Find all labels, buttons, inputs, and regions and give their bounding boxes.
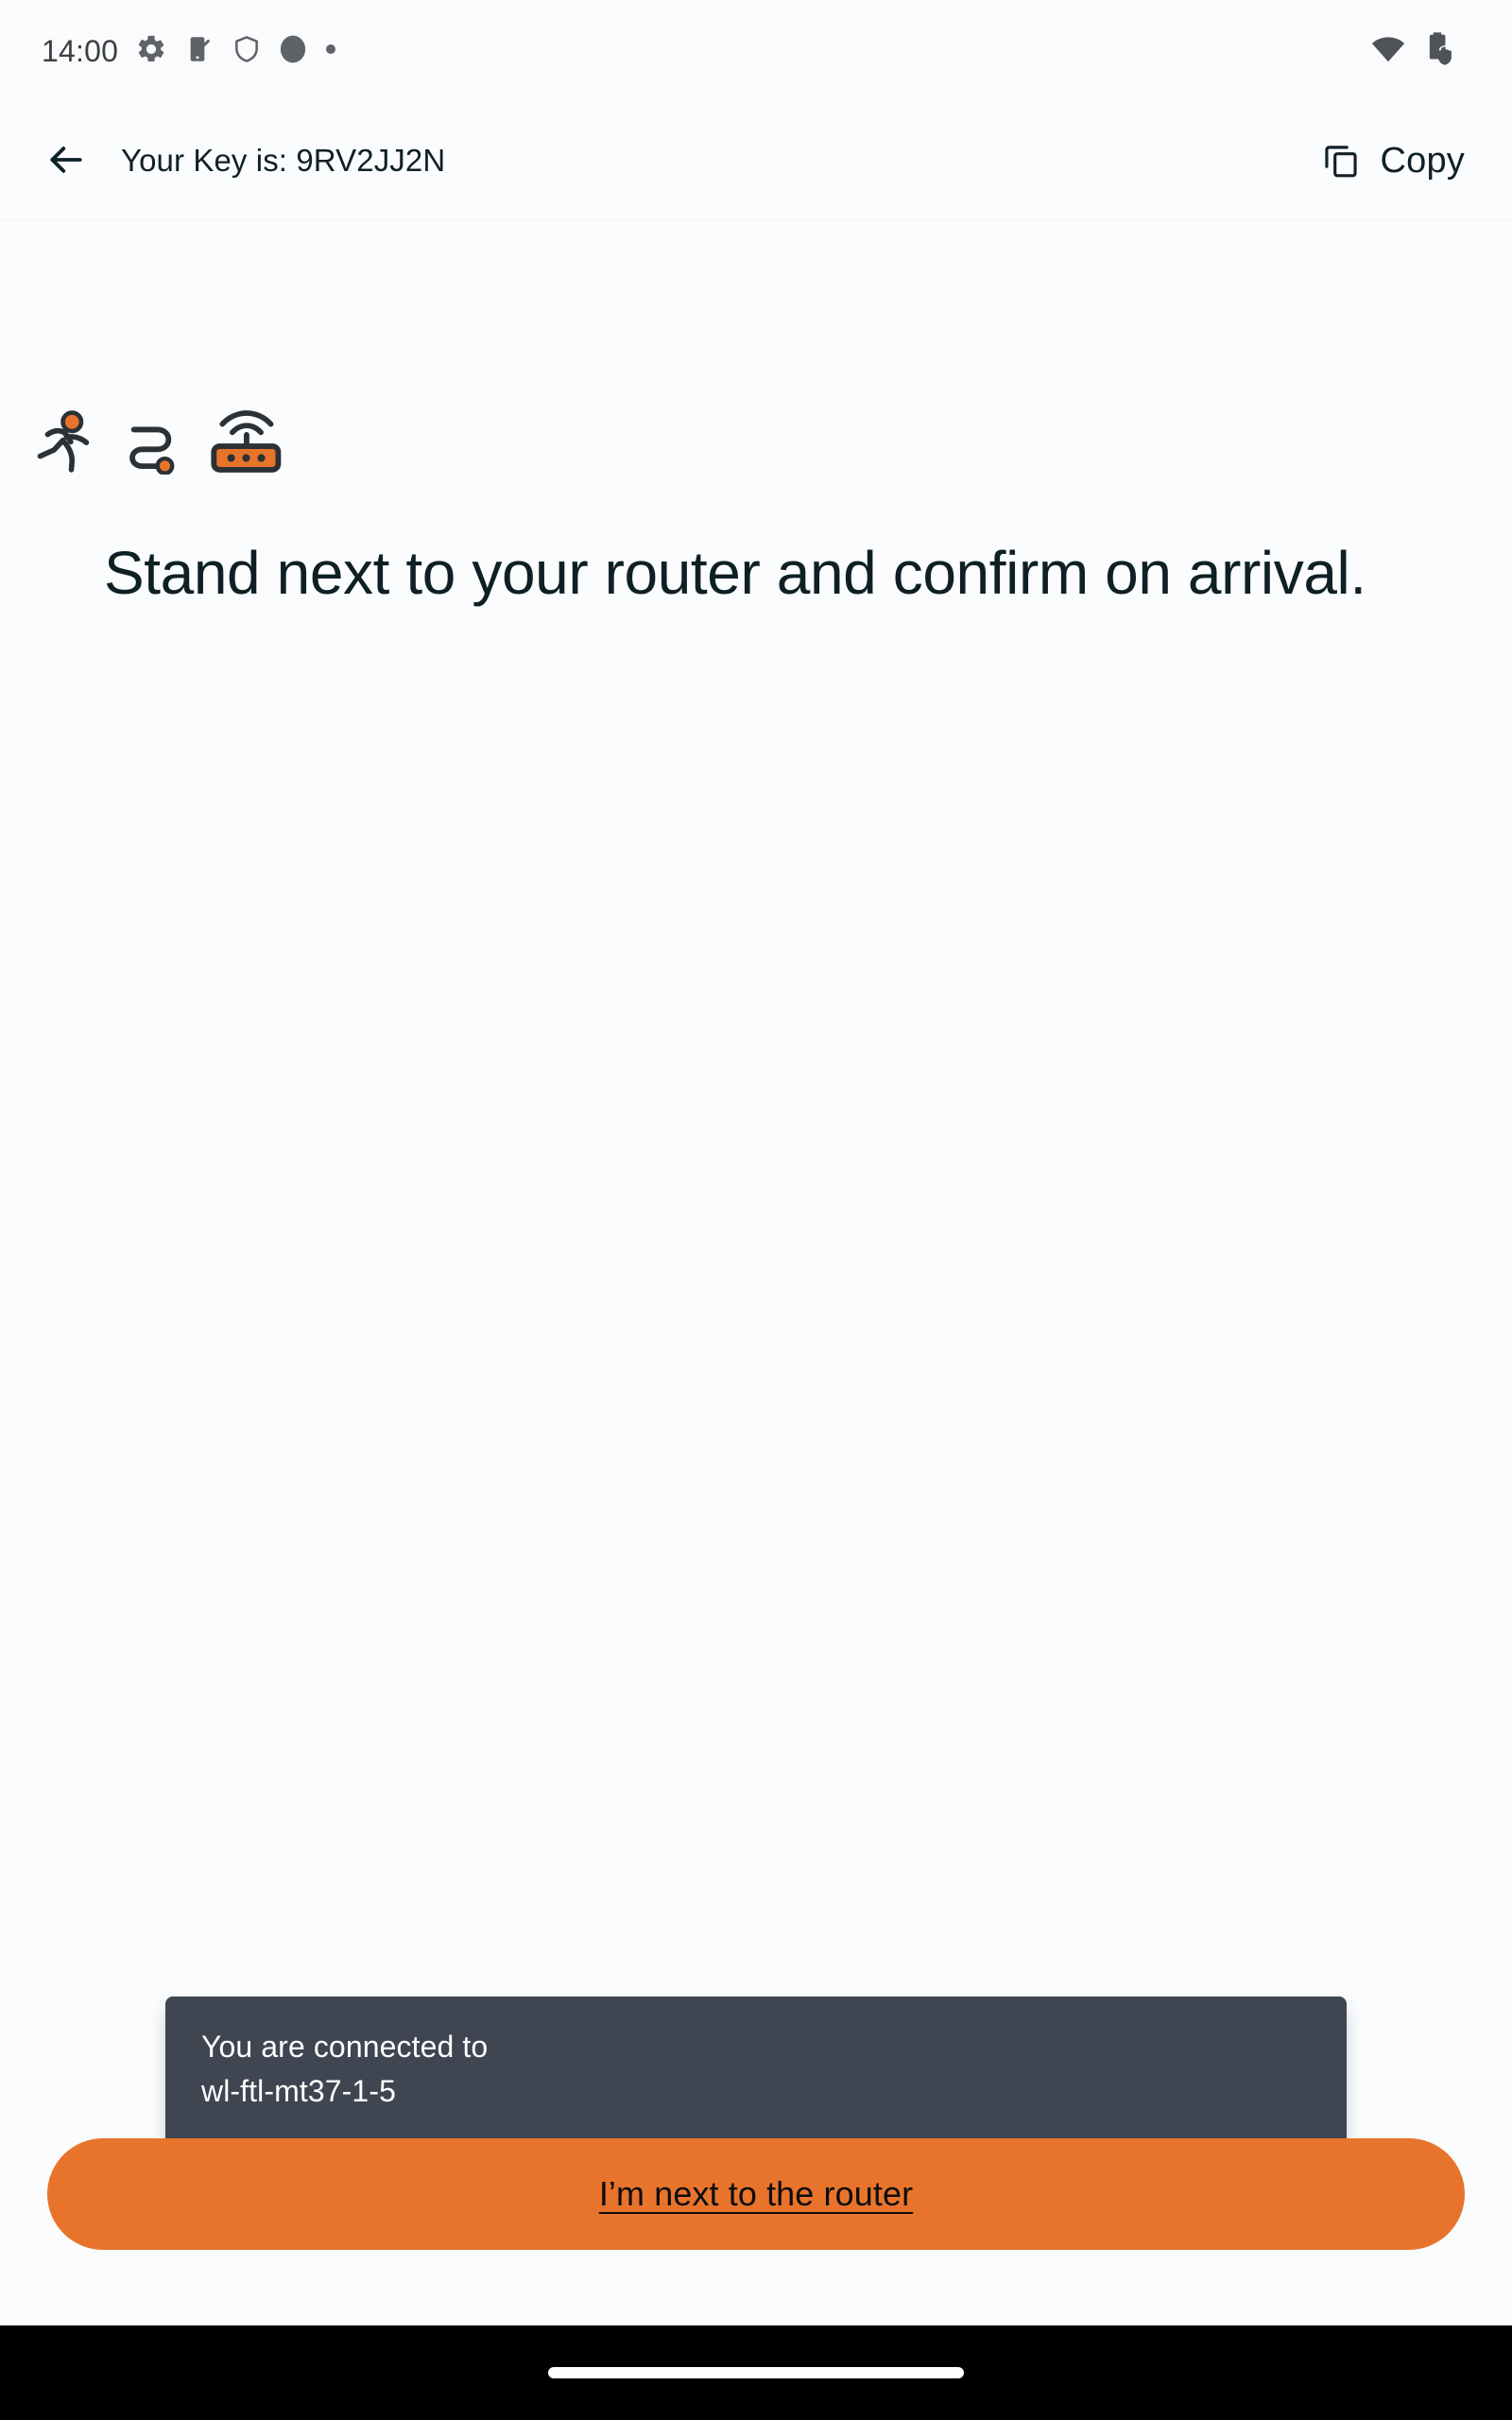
- next-to-router-button[interactable]: I’m next to the router: [47, 2138, 1465, 2250]
- snackbar-line-1: You are connected to: [201, 2030, 489, 2064]
- shield-icon: [232, 34, 262, 69]
- status-bar-left: 14:00: [42, 33, 337, 70]
- next-to-router-button-label: I’m next to the router: [598, 2174, 914, 2213]
- status-bar-right: [1370, 31, 1478, 72]
- step-illustration: [30, 406, 282, 479]
- copy-icon: [1321, 140, 1361, 182]
- back-button[interactable]: [32, 127, 100, 195]
- dot-icon: [324, 43, 337, 60]
- snackbar-connected: You are connected to wl-ftl-mt37-1-5: [165, 1996, 1347, 2147]
- circle-icon: [279, 33, 307, 70]
- headline-text: Stand next to your router and confirm on…: [104, 539, 1366, 607]
- phone-screen: 14:00 Your Key is: 9RV2JJ2N Copy Stand n…: [0, 0, 1512, 2420]
- system-navigation-bar: [0, 2325, 1512, 2420]
- snackbar-line-2: wl-ftl-mt37-1-5: [201, 2074, 396, 2109]
- copy-button[interactable]: Copy: [1312, 130, 1486, 192]
- page-title: Your Key is: 9RV2JJ2N: [121, 143, 446, 178]
- status-clock: 14:00: [42, 33, 119, 68]
- router-icon: [208, 406, 282, 479]
- gear-icon: [135, 33, 167, 70]
- route-path-icon: [121, 420, 180, 479]
- copy-button-label: Copy: [1380, 140, 1465, 181]
- battery-shield-icon: [1421, 31, 1453, 72]
- home-indicator[interactable]: [548, 2367, 964, 2378]
- status-bar: 14:00: [0, 0, 1512, 102]
- app-bar: Your Key is: 9RV2JJ2N Copy: [0, 102, 1512, 219]
- phone-check-icon: [184, 34, 215, 69]
- back-arrow-icon: [45, 139, 87, 183]
- wifi-icon: [1370, 34, 1406, 69]
- running-person-icon: [30, 408, 93, 479]
